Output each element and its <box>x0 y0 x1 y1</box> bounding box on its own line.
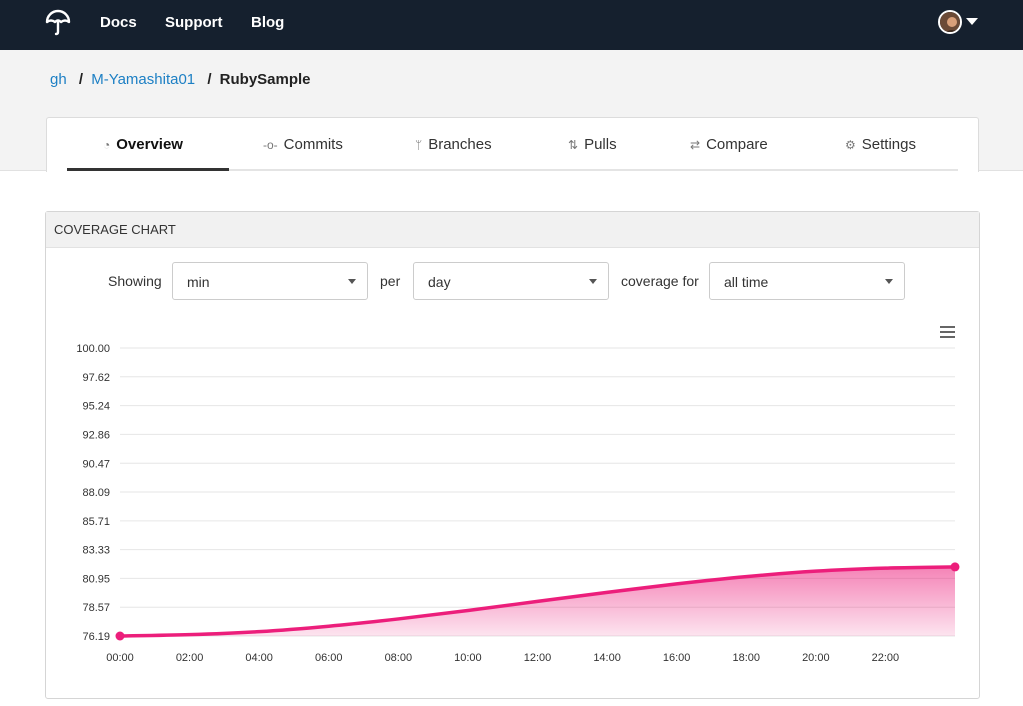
nav-support-link[interactable]: Support <box>165 14 223 31</box>
panel-header: COVERAGE CHART <box>46 212 979 248</box>
x-tick-label: 18:00 <box>732 652 760 664</box>
time-range-select-value: all time <box>724 274 769 290</box>
nav-docs-link[interactable]: Docs <box>100 14 137 31</box>
data-point[interactable] <box>115 631 125 641</box>
interval-select-value: day <box>428 274 451 290</box>
tab-label: Commits <box>283 136 343 153</box>
aggregate-select-value: min <box>187 274 210 290</box>
chevron-down-icon <box>348 279 356 284</box>
breadcrumb: gh / M-Yamashita01 / RubySample <box>50 71 311 88</box>
y-tick-label: 88.09 <box>82 487 110 499</box>
top-nav: Docs Support Blog <box>0 0 1023 50</box>
gear-icon: ⚙ <box>845 137 856 152</box>
panel-title: COVERAGE CHART <box>54 222 176 237</box>
data-point[interactable] <box>950 562 960 572</box>
compare-icon: ⇄ <box>690 137 701 152</box>
aggregate-select[interactable]: min <box>172 262 368 300</box>
x-tick-label: 02:00 <box>176 652 204 664</box>
time-range-select[interactable]: all time <box>709 262 905 300</box>
avatar-dropdown-icon[interactable] <box>966 18 978 25</box>
chart-menu-icon[interactable] <box>940 326 955 338</box>
tab-compare[interactable]: ⇄ Compare <box>690 136 768 153</box>
tab-label: Branches <box>428 136 492 153</box>
chevron-down-icon <box>885 279 893 284</box>
user-avatar-icon[interactable] <box>938 10 962 34</box>
breadcrumb-owner-link[interactable]: M-Yamashita01 <box>91 71 195 88</box>
tab-label: Overview <box>116 136 183 153</box>
nav-blog-link[interactable]: Blog <box>251 14 284 31</box>
breadcrumb-separator: / <box>207 71 212 88</box>
y-tick-label: 83.33 <box>82 545 110 557</box>
x-tick-label: 06:00 <box>315 652 343 664</box>
umbrella-logo-icon[interactable] <box>44 9 72 37</box>
x-tick-label: 20:00 <box>802 652 830 664</box>
tab-overview[interactable]: ◔ Overview <box>103 136 183 153</box>
tab-pulls[interactable]: ⇅ Pulls <box>568 136 617 153</box>
commit-icon: -o- <box>263 137 278 152</box>
x-tick-label: 08:00 <box>385 652 413 664</box>
active-tab-indicator <box>67 168 229 171</box>
chevron-down-icon <box>589 279 597 284</box>
breadcrumb-service-link[interactable]: gh <box>50 71 67 88</box>
x-tick-label: 12:00 <box>524 652 552 664</box>
x-tick-label: 22:00 <box>872 652 900 664</box>
y-tick-label: 76.19 <box>82 631 110 643</box>
interval-select[interactable]: day <box>413 262 609 300</box>
breadcrumb-separator: / <box>78 71 84 88</box>
y-tick-label: 100.00 <box>76 343 110 355</box>
y-tick-label: 92.86 <box>82 429 110 441</box>
y-tick-label: 95.24 <box>82 401 110 413</box>
tab-commits[interactable]: -o- Commits <box>263 136 343 153</box>
x-tick-label: 14:00 <box>593 652 621 664</box>
coverage-chart: 100.00 97.62 95.24 92.86 90.47 88.09 85.71 83.3… <box>76 343 960 664</box>
per-label: per <box>380 273 401 289</box>
branch-icon: ᛘ <box>415 137 423 152</box>
tabs-container <box>46 117 979 172</box>
y-tick-label: 78.57 <box>82 602 110 614</box>
coverage-for-label: coverage for <box>621 273 699 289</box>
y-tick-label: 97.62 <box>82 372 110 384</box>
x-tick-label: 04:00 <box>245 652 273 664</box>
y-tick-label: 90.47 <box>82 458 110 470</box>
pull-request-icon: ⇅ <box>568 137 579 152</box>
tab-settings[interactable]: ⚙ Settings <box>845 136 916 153</box>
x-tick-label: 10:00 <box>454 652 482 664</box>
tab-label: Compare <box>706 136 768 153</box>
x-tick-label: 00:00 <box>106 652 134 664</box>
tab-label: Pulls <box>584 136 617 153</box>
showing-label: Showing <box>108 273 162 289</box>
tab-label: Settings <box>861 136 916 153</box>
gauge-icon: ◔ <box>103 137 111 152</box>
breadcrumb-repo: RubySample <box>219 71 311 88</box>
x-tick-label: 16:00 <box>663 652 691 664</box>
tab-branches[interactable]: ᛘ Branches <box>415 136 492 153</box>
y-tick-label: 85.71 <box>82 516 110 528</box>
y-tick-label: 80.95 <box>82 573 110 585</box>
